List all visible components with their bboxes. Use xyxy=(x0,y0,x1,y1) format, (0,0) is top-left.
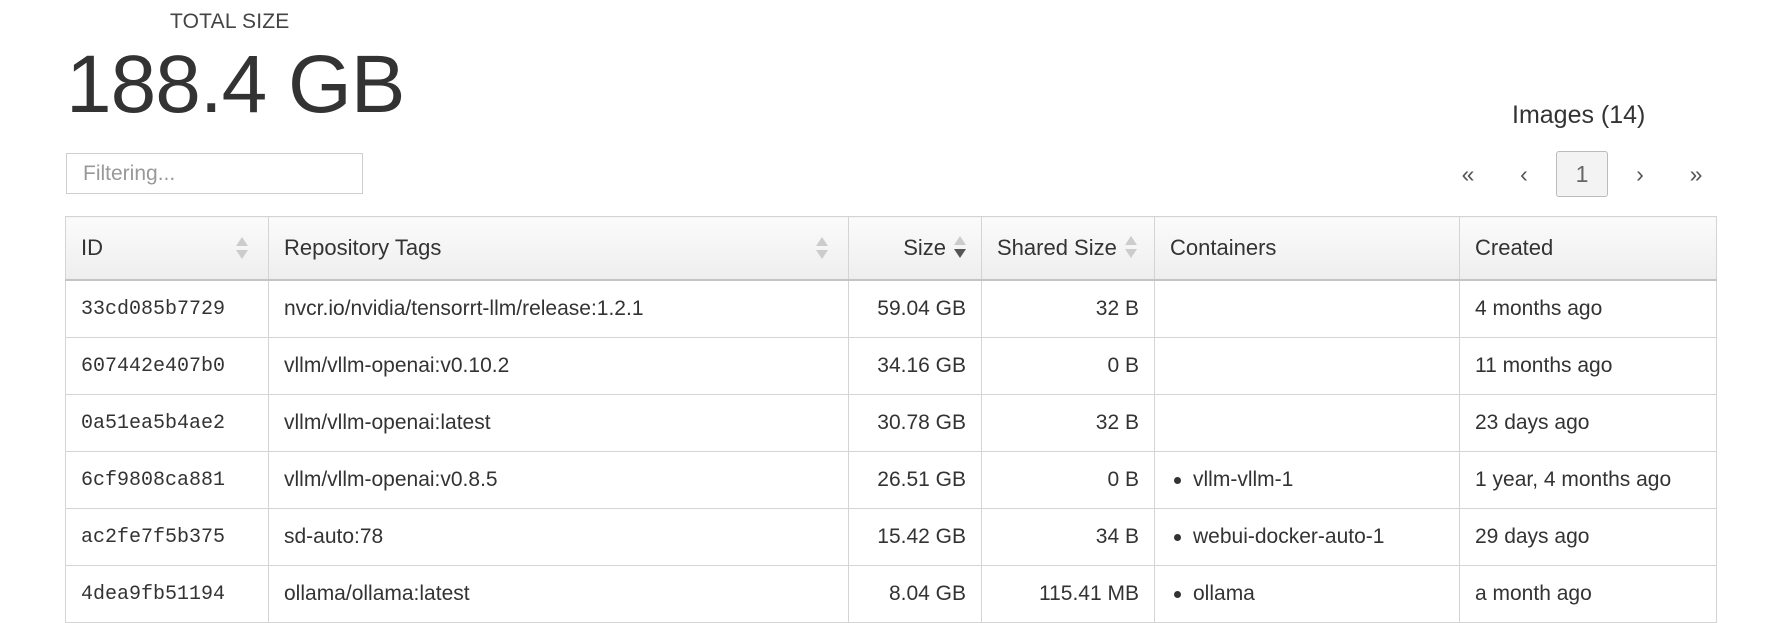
containers-cell xyxy=(1154,279,1460,338)
prev-page-button[interactable]: ‹ xyxy=(1496,151,1552,197)
containers-cell: vllm-vllm-1 xyxy=(1154,451,1460,509)
column-header-shared-size[interactable]: Shared Size xyxy=(981,216,1155,281)
column-header-containers-label: Containers xyxy=(1170,235,1277,260)
bullet-icon xyxy=(1174,476,1181,484)
sort-icon[interactable] xyxy=(1124,234,1137,260)
shared-size-cell: 0 B xyxy=(981,337,1155,395)
shared-size-cell: 115.41 MB xyxy=(981,565,1155,623)
table-row[interactable]: 33cd085b7729 nvcr.io/nvidia/tensorrt-llm… xyxy=(65,279,1717,338)
sort-icon[interactable] xyxy=(236,235,248,261)
column-header-shared-label: Shared Size xyxy=(997,235,1117,260)
repository-tag-cell: ollama/ollama:latest xyxy=(268,565,849,623)
image-id-cell[interactable]: 0a51ea5b4ae2 xyxy=(65,394,269,452)
last-page-button[interactable]: » xyxy=(1668,151,1724,197)
size-cell: 8.04 GB xyxy=(848,565,982,623)
repository-tag-cell: sd-auto:78 xyxy=(268,508,849,566)
sort-descending-icon[interactable] xyxy=(954,234,966,260)
sort-icon[interactable] xyxy=(816,235,828,261)
bullet-icon xyxy=(1174,590,1181,598)
size-cell: 30.78 GB xyxy=(848,394,982,452)
column-header-containers: Containers xyxy=(1154,216,1460,281)
created-cell: 29 days ago xyxy=(1459,508,1717,566)
column-header-size[interactable]: Size xyxy=(848,216,982,281)
bullet-icon xyxy=(1174,533,1181,541)
repository-tag-cell: vllm/vllm-openai:v0.8.5 xyxy=(268,451,849,509)
size-cell: 34.16 GB xyxy=(848,337,982,395)
size-cell: 15.42 GB xyxy=(848,508,982,566)
container-link[interactable]: webui-docker-auto-1 xyxy=(1193,525,1384,548)
created-cell: 4 months ago xyxy=(1459,279,1717,338)
repository-tag-cell: nvcr.io/nvidia/tensorrt-llm/release:1.2.… xyxy=(268,279,849,338)
shared-size-cell: 34 B xyxy=(981,508,1155,566)
column-header-created-label: Created xyxy=(1475,235,1554,260)
containers-cell xyxy=(1154,337,1460,395)
shared-size-cell: 0 B xyxy=(981,451,1155,509)
containers-cell: webui-docker-auto-1 xyxy=(1154,508,1460,566)
shared-size-cell: 32 B xyxy=(981,279,1155,338)
repository-tag-cell: vllm/vllm-openai:v0.10.2 xyxy=(268,337,849,395)
image-id-cell[interactable]: 4dea9fb51194 xyxy=(65,565,269,623)
table-row[interactable]: 0a51ea5b4ae2 vllm/vllm-openai:latest 30.… xyxy=(65,394,1717,452)
image-id-cell[interactable]: 607442e407b0 xyxy=(65,337,269,395)
column-header-created: Created xyxy=(1459,216,1717,281)
column-header-id-label: ID xyxy=(81,235,103,260)
pagination: « ‹ 1 › » xyxy=(1440,151,1724,197)
filter-input[interactable] xyxy=(66,153,363,194)
image-id-cell[interactable]: 33cd085b7729 xyxy=(65,279,269,338)
table-header-row: ID Repository Tags Size Shared Size Cont… xyxy=(65,216,1717,281)
size-cell: 26.51 GB xyxy=(848,451,982,509)
image-id-cell[interactable]: 6cf9808ca881 xyxy=(65,451,269,509)
images-table: ID Repository Tags Size Shared Size Cont… xyxy=(65,216,1717,623)
table-row[interactable]: 6cf9808ca881 vllm/vllm-openai:v0.8.5 26.… xyxy=(65,451,1717,509)
created-cell: 1 year, 4 months ago xyxy=(1459,451,1717,509)
created-cell: 11 months ago xyxy=(1459,337,1717,395)
total-size-value: 188.4 GB xyxy=(66,39,405,130)
column-header-repository-tags[interactable]: Repository Tags xyxy=(268,216,849,281)
column-header-tags-label: Repository Tags xyxy=(284,235,442,260)
current-page-button[interactable]: 1 xyxy=(1556,151,1608,197)
repository-tag-cell: vllm/vllm-openai:latest xyxy=(268,394,849,452)
created-cell: a month ago xyxy=(1459,565,1717,623)
container-link[interactable]: ollama xyxy=(1193,582,1255,605)
first-page-button[interactable]: « xyxy=(1440,151,1496,197)
shared-size-cell: 32 B xyxy=(981,394,1155,452)
table-row[interactable]: ac2fe7f5b375 sd-auto:78 15.42 GB 34 B we… xyxy=(65,508,1717,566)
created-cell: 23 days ago xyxy=(1459,394,1717,452)
image-id-cell[interactable]: ac2fe7f5b375 xyxy=(65,508,269,566)
total-size-label: TOTAL SIZE xyxy=(170,10,290,33)
size-cell: 59.04 GB xyxy=(848,279,982,338)
table-row[interactable]: 4dea9fb51194 ollama/ollama:latest 8.04 G… xyxy=(65,565,1717,623)
column-header-size-label: Size xyxy=(903,235,946,260)
containers-cell xyxy=(1154,394,1460,452)
table-row[interactable]: 607442e407b0 vllm/vllm-openai:v0.10.2 34… xyxy=(65,337,1717,395)
container-link[interactable]: vllm-vllm-1 xyxy=(1193,468,1293,491)
column-header-id[interactable]: ID xyxy=(65,216,269,281)
containers-cell: ollama xyxy=(1154,565,1460,623)
total-size-summary: TOTAL SIZE 188.4 GB xyxy=(66,10,405,130)
images-count-title: Images (14) xyxy=(1512,101,1646,129)
next-page-button[interactable]: › xyxy=(1612,151,1668,197)
